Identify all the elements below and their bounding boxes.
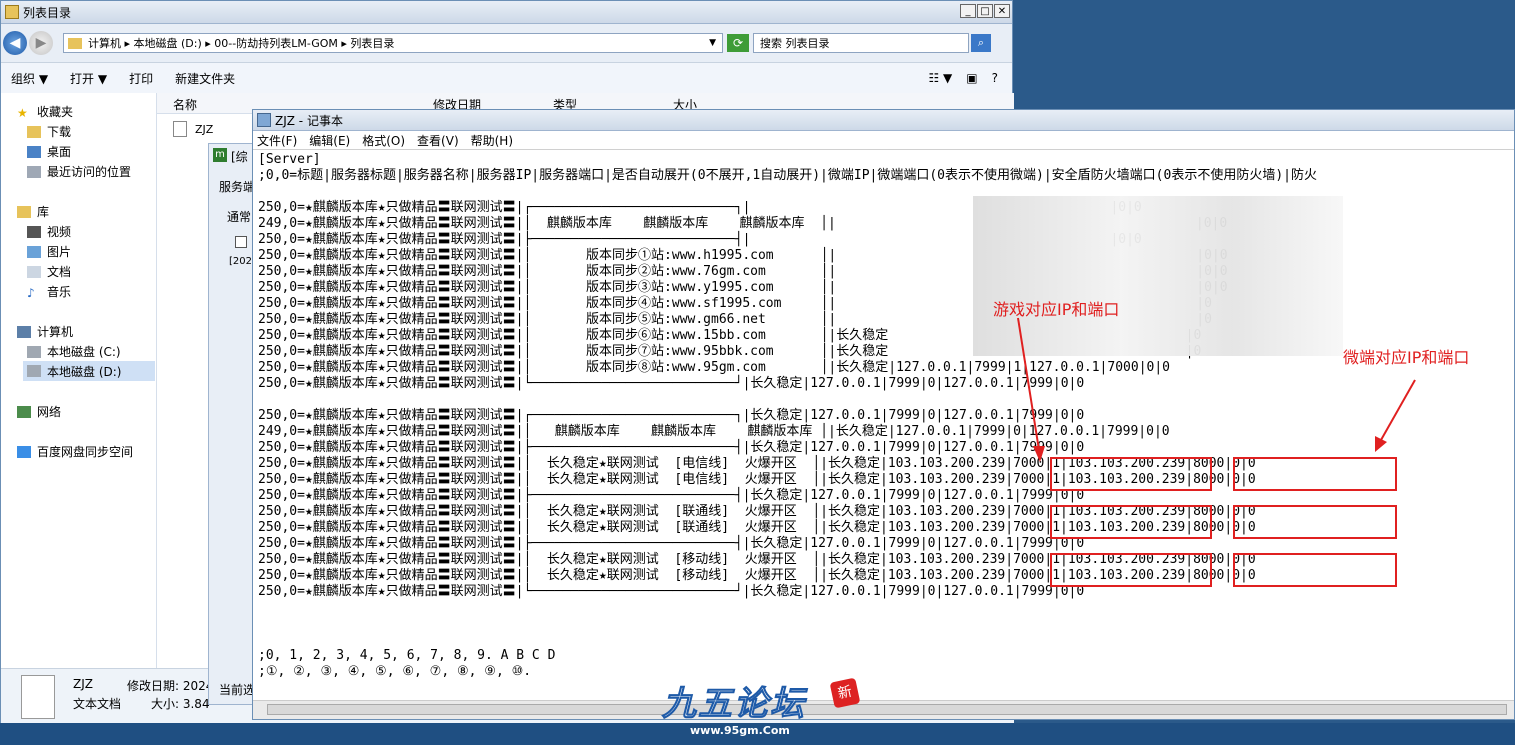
sidebar-item-network[interactable]: 网络 bbox=[17, 403, 61, 420]
sidebar-item-videos[interactable]: 视频 bbox=[27, 223, 71, 240]
column-name[interactable]: 名称 bbox=[173, 96, 197, 113]
sidebar-label: 下载 bbox=[47, 125, 72, 139]
address-bar-row: ◀ ▶ 计算机 ▸ 本地磁盘 (D:) ▸ 00--防劫持列表LM-GOM ▸ … bbox=[1, 24, 1012, 63]
address-bar[interactable]: 计算机 ▸ 本地磁盘 (D:) ▸ 00--防劫持列表LM-GOM ▸ 列表目录… bbox=[63, 33, 723, 53]
new-folder-button[interactable]: 新建文件夹 bbox=[175, 70, 235, 87]
bgwindow-tab-server[interactable]: 服务端 bbox=[219, 178, 255, 195]
sidebar-label: 视频 bbox=[47, 225, 72, 239]
sidebar-label: 网络 bbox=[37, 405, 62, 419]
cloud-icon bbox=[17, 445, 31, 458]
video-icon bbox=[27, 225, 41, 238]
horizontal-scrollbar[interactable] bbox=[253, 700, 1514, 719]
breadcrumb-folder[interactable]: 00--防劫持列表LM-GOM bbox=[214, 35, 338, 51]
logo-url: www.95gm.Com bbox=[690, 724, 790, 737]
breadcrumb-current[interactable]: 列表目录 bbox=[350, 35, 394, 51]
scrollbar-thumb[interactable] bbox=[267, 704, 1507, 715]
forward-button[interactable]: ▶ bbox=[29, 31, 53, 55]
sidebar-item-favorites[interactable]: ★ 收藏夹 bbox=[17, 103, 73, 120]
details-size: 大小: 3.84 bbox=[151, 697, 210, 711]
sidebar-label: 最近访问的位置 bbox=[47, 165, 132, 179]
recent-places-icon bbox=[27, 165, 41, 178]
computer-icon bbox=[17, 325, 31, 338]
sidebar-label: 本地磁盘 (C:) bbox=[47, 345, 121, 359]
help-icon[interactable]: ? bbox=[992, 71, 998, 85]
file-name: ZJZ bbox=[195, 122, 214, 136]
network-icon bbox=[17, 405, 31, 418]
drive-icon bbox=[27, 345, 41, 358]
sidebar-label: 计算机 bbox=[37, 325, 74, 339]
bgwindow-log: [202 bbox=[229, 256, 252, 267]
search-placeholder: 搜索 列表目录 bbox=[760, 37, 830, 50]
search-icon[interactable]: ⌕ bbox=[971, 34, 991, 52]
sidebar-item-documents[interactable]: 文档 bbox=[27, 263, 71, 280]
text-file-icon bbox=[21, 675, 55, 719]
logo-seal: 新 bbox=[829, 677, 861, 709]
sidebar-label: 收藏夹 bbox=[37, 105, 74, 119]
forum-logo: 九五论坛 bbox=[662, 684, 806, 725]
breadcrumb-drive[interactable]: 本地磁盘 (D:) bbox=[134, 35, 202, 51]
sidebar-item-drive-c[interactable]: 本地磁盘 (C:) bbox=[27, 343, 121, 360]
arrow-game bbox=[1017, 317, 1040, 451]
desktop-icon bbox=[27, 145, 41, 158]
navigation-pane: ★ 收藏夹 下载 桌面 最近访问的位置 库 视频 图片 文档 ♪ 音乐 计算机 本地… bbox=[1, 93, 157, 668]
details-modified: 修改日期: 2024 bbox=[127, 679, 214, 693]
back-button[interactable]: ◀ bbox=[3, 31, 27, 55]
breadcrumb-computer[interactable]: 计算机 bbox=[88, 35, 121, 51]
sidebar-item-pictures[interactable]: 图片 bbox=[27, 243, 71, 260]
chevron-down-icon[interactable]: ▼ bbox=[709, 38, 716, 48]
bgwindow-status: 当前选 bbox=[219, 683, 256, 697]
explorer-title: 列表目录 bbox=[23, 5, 72, 20]
sidebar-item-music[interactable]: ♪ 音乐 bbox=[27, 283, 71, 300]
explorer-toolbar: 组织 ▼ 打开 ▼ 打印 新建文件夹 ☷ ▼ ▣ ? bbox=[1, 63, 1012, 94]
folder-icon bbox=[68, 37, 82, 49]
sidebar-label: 音乐 bbox=[47, 285, 72, 299]
arrow-micro bbox=[1380, 379, 1416, 441]
close-button[interactable]: ✕ bbox=[994, 4, 1010, 18]
sidebar-label: 本地磁盘 (D:) bbox=[47, 364, 122, 379]
sidebar-label: 百度网盘同步空间 bbox=[37, 445, 134, 459]
arrowhead-game bbox=[1033, 446, 1045, 462]
annotation-arrows bbox=[1017, 317, 1416, 462]
print-button[interactable]: 打印 bbox=[129, 70, 153, 87]
sidebar-item-computer[interactable]: 计算机 bbox=[17, 323, 73, 340]
sidebar-item-recent[interactable]: 最近访问的位置 bbox=[27, 163, 131, 180]
bgwindow-tab-normal[interactable]: 通常 bbox=[227, 208, 251, 225]
checkbox[interactable] bbox=[235, 236, 247, 248]
star-icon: ★ bbox=[17, 105, 28, 120]
sidebar-label: 库 bbox=[37, 205, 50, 219]
details-type: 文本文档 bbox=[73, 697, 122, 711]
notepad-window: ZJZ - 记事本 文件(F) 编辑(E) 格式(O) 查看(V) 帮助(H) … bbox=[252, 109, 1515, 720]
maximize-button[interactable]: □ bbox=[977, 4, 993, 18]
refresh-icon[interactable]: ⟳ bbox=[727, 34, 749, 52]
sidebar-item-baidu[interactable]: 百度网盘同步空间 bbox=[17, 443, 133, 460]
music-icon: ♪ bbox=[27, 285, 35, 300]
folder-icon bbox=[5, 5, 19, 19]
library-icon bbox=[17, 205, 31, 218]
file-row[interactable]: ZJZ bbox=[173, 121, 213, 137]
document-icon bbox=[27, 265, 41, 278]
preview-pane-icon[interactable]: ▣ bbox=[966, 71, 977, 85]
picture-icon bbox=[27, 245, 41, 258]
sidebar-label: 图片 bbox=[47, 245, 72, 259]
sidebar-label: 文档 bbox=[47, 265, 72, 279]
sidebar-item-drive-d[interactable]: 本地磁盘 (D:) bbox=[23, 361, 155, 381]
details-name: ZJZ bbox=[73, 677, 93, 691]
sidebar-label: 桌面 bbox=[47, 145, 72, 159]
background-app-window[interactable]: m [综 服务端 通常 [202 当前选 bbox=[208, 143, 258, 705]
text-file-icon bbox=[173, 121, 187, 137]
organize-button[interactable]: 组织 ▼ bbox=[11, 70, 48, 87]
sidebar-item-libraries[interactable]: 库 bbox=[17, 203, 49, 220]
open-button[interactable]: 打开 ▼ bbox=[70, 70, 107, 87]
drive-icon bbox=[27, 365, 41, 377]
explorer-titlebar[interactable]: 列表目录 _ □ ✕ bbox=[1, 1, 1012, 24]
bgwindow-title: [综 bbox=[231, 150, 248, 164]
minimize-button[interactable]: _ bbox=[960, 4, 976, 18]
app-icon: m bbox=[213, 148, 227, 162]
view-options-icon[interactable]: ☷ ▼ bbox=[928, 71, 952, 85]
download-folder-icon bbox=[27, 125, 41, 138]
sidebar-item-downloads[interactable]: 下载 bbox=[27, 123, 71, 140]
sidebar-item-desktop[interactable]: 桌面 bbox=[27, 143, 71, 160]
search-input[interactable]: 搜索 列表目录 bbox=[753, 33, 969, 53]
